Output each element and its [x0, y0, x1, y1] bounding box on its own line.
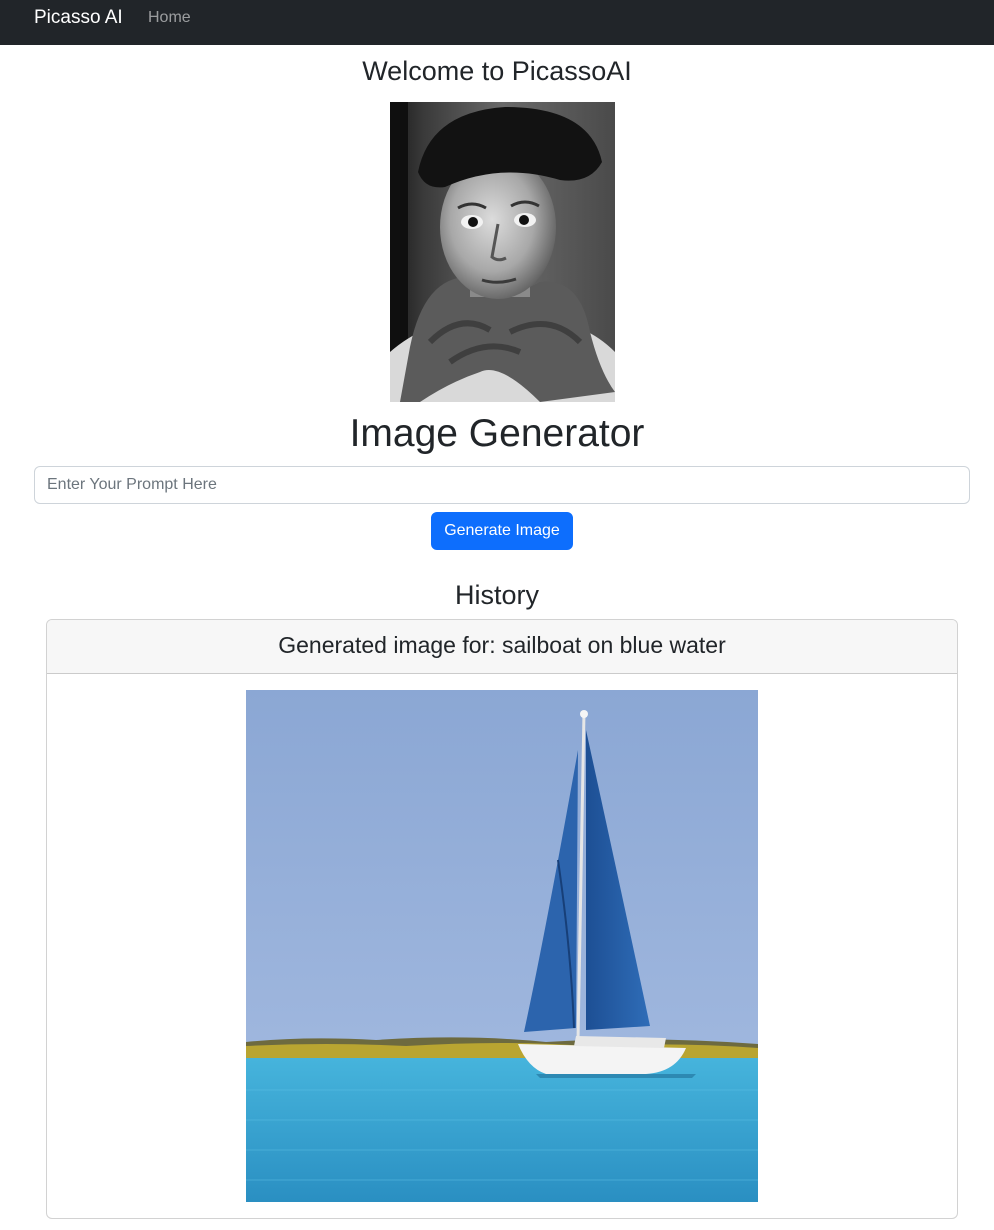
prompt-input[interactable]	[34, 466, 970, 504]
history-card-header: Generated image for: sailboat on blue wa…	[47, 620, 957, 674]
generated-sailboat-image	[246, 690, 758, 1202]
history-entry-caption: Generated image for: sailboat on blue wa…	[278, 632, 726, 658]
history-card: Generated image for: sailboat on blue wa…	[46, 619, 958, 1219]
top-navbar: Picasso AI Home	[0, 0, 994, 45]
picasso-portrait-image	[390, 102, 615, 402]
image-generator-heading: Image Generator	[349, 412, 645, 455]
brand-link[interactable]: Picasso AI	[34, 6, 123, 30]
history-heading: History	[454, 580, 539, 610]
generate-image-button[interactable]: Generate Image	[431, 512, 573, 550]
nav-home-link[interactable]: Home	[148, 8, 191, 28]
welcome-heading: Welcome to PicassoAI	[362, 56, 632, 86]
